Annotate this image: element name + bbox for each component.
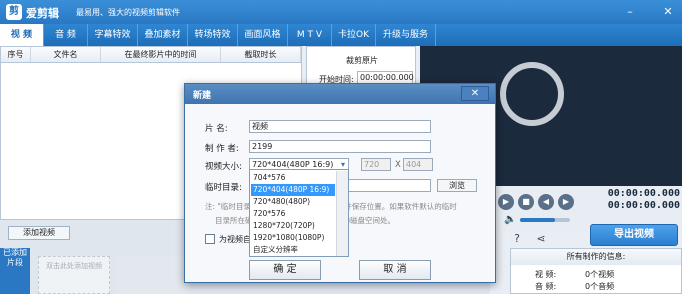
dialog-close-icon[interactable]: ✕ bbox=[461, 86, 489, 101]
volume-slider-fill bbox=[520, 218, 555, 222]
column-index: 序号 bbox=[1, 47, 31, 62]
info-video-value: 0个视频 bbox=[585, 270, 615, 279]
width-input: 720 bbox=[361, 158, 391, 171]
main-tab-bar: 视 频 音 频 字幕特效 叠加素材 转场特效 画面风格 M T V 卡拉OK 升… bbox=[0, 24, 682, 46]
export-video-button[interactable]: 导出视频 bbox=[590, 224, 678, 246]
total-time: 00:00:00.000 bbox=[607, 200, 680, 211]
app-name: 爱剪辑 bbox=[26, 7, 59, 20]
stop-icon[interactable]: ■ bbox=[518, 194, 534, 210]
film-reel-icon bbox=[500, 62, 564, 126]
new-project-dialog: 新建 ✕ 片 名: 视频 制 作 者: 2199 视频大小: 720*404(4… bbox=[184, 83, 496, 283]
size-label: 视频大小: bbox=[205, 162, 242, 172]
size-option-selected[interactable]: 720*404(480P 16:9) bbox=[251, 184, 335, 196]
cancel-button[interactable]: 取 消 bbox=[359, 260, 431, 280]
volume-icon[interactable]: 🔈 bbox=[504, 214, 516, 225]
browse-button[interactable]: 浏览 bbox=[437, 179, 477, 192]
table-header: 序号 文件名 在最终影片中的时间 截取时长 bbox=[1, 47, 301, 63]
prev-frame-icon[interactable]: ◀ bbox=[538, 194, 554, 210]
dialog-title-bar: 新建 ✕ bbox=[185, 84, 495, 104]
size-option[interactable]: 1920*1080(1080P) bbox=[251, 232, 335, 244]
tab-picture-style[interactable]: 画面风格 bbox=[238, 24, 288, 46]
ok-button[interactable]: 确 定 bbox=[249, 260, 321, 280]
column-duration: 截取时长 bbox=[221, 47, 301, 62]
app-slogan: 最易用、强大的视频剪辑软件 bbox=[76, 8, 180, 17]
title-bar: 剪 爱剪辑 最易用、强大的视频剪辑软件 – ✕ bbox=[0, 0, 682, 24]
height-input: 404 bbox=[403, 158, 433, 171]
tab-overlay-material[interactable]: 叠加素材 bbox=[138, 24, 188, 46]
help-icon[interactable]: ? bbox=[510, 232, 524, 246]
dimension-separator: X bbox=[395, 160, 401, 170]
info-panel-title: 所有制作的信息: bbox=[511, 249, 681, 265]
tab-upgrade-service[interactable]: 升级与服务 bbox=[376, 24, 436, 46]
clip-panel-title: 裁剪原片 bbox=[346, 56, 378, 65]
dialog-title: 新建 bbox=[193, 91, 212, 101]
minimize-icon[interactable]: – bbox=[622, 4, 638, 20]
size-select-value: 720*404(480P 16:9) bbox=[252, 160, 334, 169]
play-icon[interactable]: ▶ bbox=[498, 194, 514, 210]
tab-transition-effects[interactable]: 转场特效 bbox=[188, 24, 238, 46]
time-display: 00:00:00.000 00:00:00.000 bbox=[590, 188, 680, 212]
size-option[interactable]: 自定义分辨率 bbox=[251, 244, 335, 256]
info-video-label: 视 频: bbox=[535, 270, 557, 279]
info-panel: 所有制作的信息: 视 频: 0个视频 音 频: 0个音频 bbox=[510, 248, 682, 294]
tab-video[interactable]: 视 频 bbox=[0, 24, 44, 46]
temp-dir-label: 临时目录: bbox=[205, 183, 242, 193]
auto-intro-checkbox[interactable] bbox=[205, 234, 215, 244]
tab-subtitle-effects[interactable]: 字幕特效 bbox=[88, 24, 138, 46]
current-time: 00:00:00.000 bbox=[607, 188, 680, 199]
size-dropdown-list: 704*576 720*404(480P 16:9) 720*480(480P)… bbox=[249, 169, 349, 257]
author-label: 制 作 者: bbox=[205, 144, 239, 154]
added-clips-tab[interactable]: 已添加片段 bbox=[0, 248, 30, 294]
author-input[interactable]: 2199 bbox=[249, 140, 431, 153]
share-icon[interactable]: ⋖ bbox=[534, 232, 548, 246]
size-option[interactable]: 704*576 bbox=[251, 172, 335, 184]
add-video-button[interactable]: 添加视频 bbox=[8, 226, 70, 240]
size-option[interactable]: 720*576 bbox=[251, 208, 335, 220]
name-input[interactable]: 视频 bbox=[249, 120, 431, 133]
column-filename: 文件名 bbox=[31, 47, 101, 62]
column-final-time: 在最终影片中的时间 bbox=[101, 47, 221, 62]
tab-karaoke[interactable]: 卡拉OK bbox=[332, 24, 376, 46]
app-logo-icon: 剪 bbox=[6, 4, 22, 20]
size-option[interactable]: 720*480(480P) bbox=[251, 196, 335, 208]
info-audio-label: 音 频: bbox=[535, 282, 557, 291]
close-window-icon[interactable]: ✕ bbox=[660, 4, 676, 20]
next-frame-icon[interactable]: ▶ bbox=[558, 194, 574, 210]
tab-audio[interactable]: 音 频 bbox=[44, 24, 88, 46]
clip-slot[interactable] bbox=[116, 256, 188, 294]
info-audio-value: 0个音频 bbox=[585, 282, 615, 291]
tab-mtv[interactable]: M T V bbox=[288, 24, 332, 46]
volume-slider[interactable] bbox=[520, 218, 570, 222]
clip-slot-empty[interactable]: 双击此处添加视频 bbox=[38, 256, 110, 294]
dropdown-scrollbar[interactable] bbox=[336, 171, 348, 256]
size-option[interactable]: 1280*720(720P) bbox=[251, 220, 335, 232]
name-label: 片 名: bbox=[205, 124, 228, 134]
